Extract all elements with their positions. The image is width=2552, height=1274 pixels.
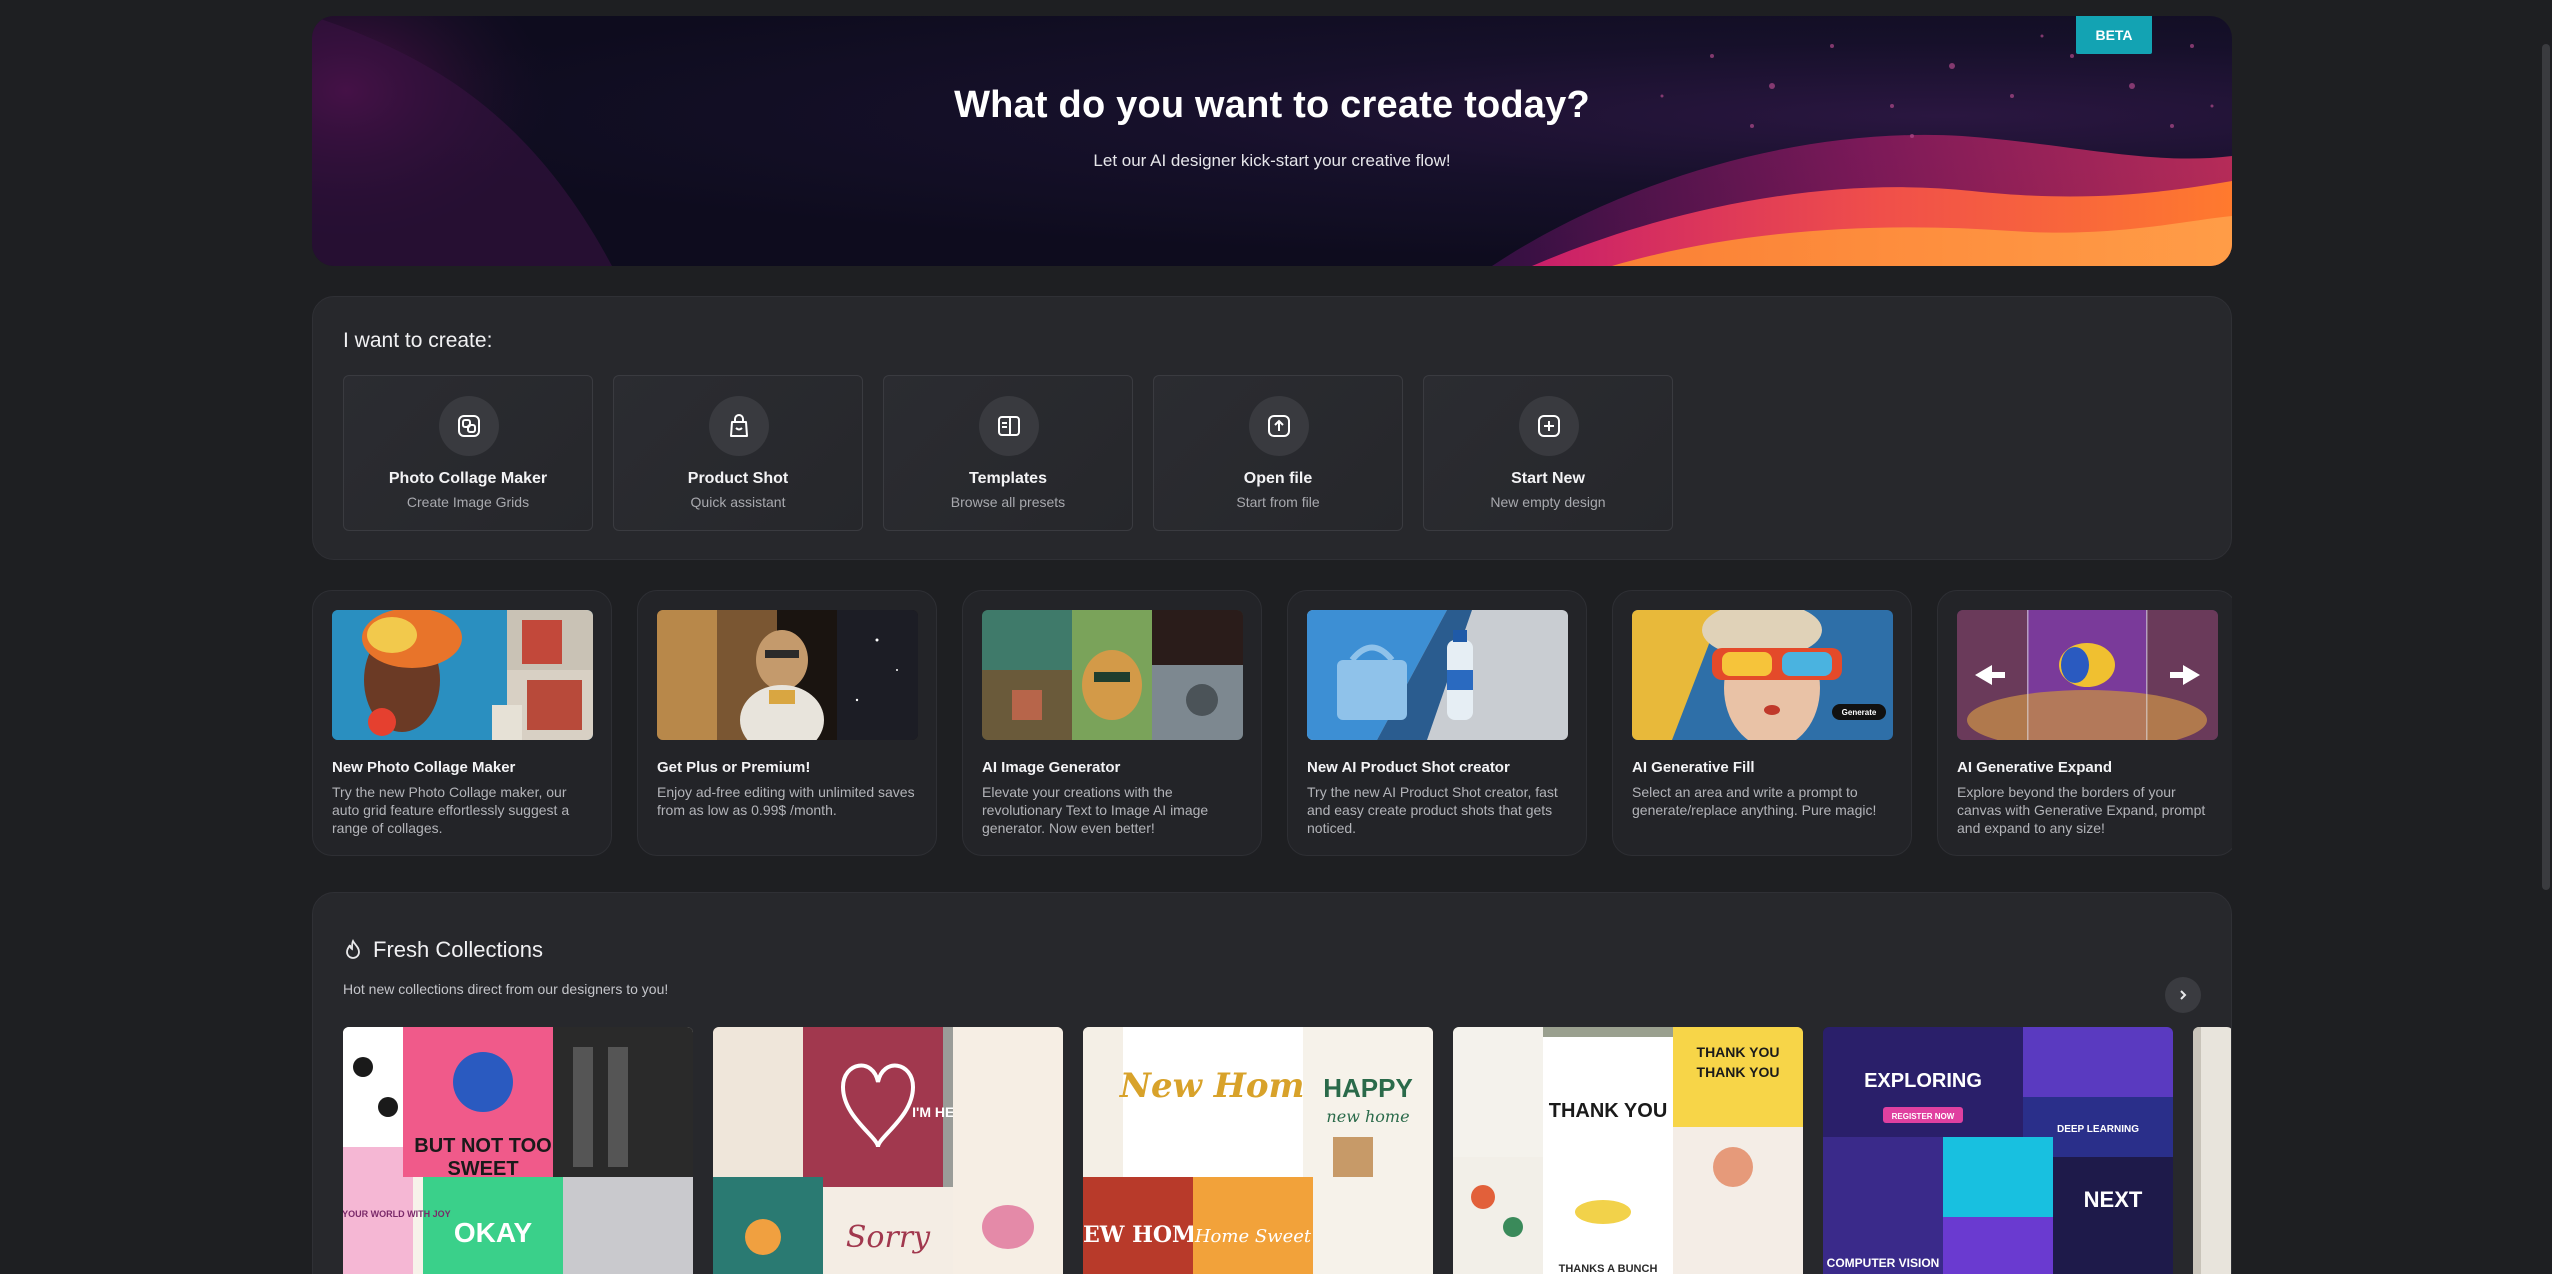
create-templates-card[interactable]: Templates Browse all presets bbox=[883, 375, 1133, 531]
beta-badge: BETA bbox=[2076, 16, 2152, 54]
scrollbar-thumb[interactable] bbox=[2542, 44, 2550, 890]
collection-card[interactable]: BUT NOT TOO SWEET OKAY COLOR YOUR WORLD … bbox=[343, 1027, 693, 1274]
create-product-shot-card[interactable]: Product Shot Quick assistant bbox=[613, 375, 863, 531]
feature-description: Select an area and write a prompt to gen… bbox=[1632, 784, 1877, 818]
feature-thumbnail bbox=[332, 610, 593, 740]
svg-text:Home Sweet: Home Sweet bbox=[1194, 1226, 1312, 1247]
feature-card-ai-generative-fill[interactable]: Generate AI Generative Fill Select an ar… bbox=[1612, 590, 1912, 856]
feature-card-get-plus[interactable]: Get Plus or Premium! Enjoy ad-free editi… bbox=[637, 590, 937, 856]
collection-card[interactable]: I'M HERE Sorry bbox=[713, 1027, 1063, 1274]
create-card-title: Product Shot bbox=[687, 470, 789, 487]
svg-text:DEEP LEARNING: DEEP LEARNING bbox=[2057, 1124, 2139, 1135]
feature-description: Try the new AI Product Shot creator, fas… bbox=[1307, 784, 1558, 836]
svg-text:Sorry: Sorry bbox=[846, 1220, 931, 1255]
dashboard-page: What do you want to create today? Let ou… bbox=[312, 16, 2232, 1274]
svg-text:THANKS A BUNCH: THANKS A BUNCH bbox=[1559, 1263, 1658, 1274]
svg-text:BUT NOT TOO: BUT NOT TOO bbox=[414, 1135, 551, 1157]
create-options: Photo Collage Maker Create Image Grids P… bbox=[343, 375, 1673, 531]
feature-thumbnail bbox=[657, 610, 918, 740]
feature-card-ai-product-shot[interactable]: New AI Product Shot creator Try the new … bbox=[1287, 590, 1587, 856]
svg-text:THANK YOU: THANK YOU bbox=[1697, 1064, 1780, 1080]
collection-card[interactable]: THANK YOU THANK YOU THANK YOU THANKS A B… bbox=[1453, 1027, 1803, 1274]
upload-icon bbox=[1249, 396, 1309, 456]
svg-text:THANK YOU: THANK YOU bbox=[1697, 1044, 1780, 1060]
collage-icon bbox=[439, 396, 499, 456]
feature-title: AI Generative Expand bbox=[1957, 759, 2113, 776]
feature-title: New AI Product Shot creator bbox=[1307, 759, 1510, 776]
svg-text:SWEET: SWEET bbox=[447, 1158, 518, 1180]
page-scrollbar[interactable] bbox=[2540, 0, 2552, 1274]
feature-card-ai-image-generator[interactable]: AI Image Generator Elevate your creation… bbox=[962, 590, 1262, 856]
collection-card[interactable]: EXPLORING REGISTER NOW DEEP LEARNING NEX… bbox=[1823, 1027, 2173, 1274]
feature-title: New Photo Collage Maker bbox=[332, 759, 516, 776]
svg-text:REGISTER NOW: REGISTER NOW bbox=[1892, 1112, 1955, 1121]
feature-description: Explore beyond the borders of your canva… bbox=[1957, 784, 2206, 836]
create-photo-collage-card[interactable]: Photo Collage Maker Create Image Grids bbox=[343, 375, 593, 531]
chevron-right-icon bbox=[2180, 990, 2187, 1000]
feature-card-ai-generative-expand[interactable]: AI Generative Expand Explore beyond the … bbox=[1937, 590, 2232, 856]
create-card-title: Open file bbox=[1243, 470, 1313, 487]
feature-carousel: New Photo Collage Maker Try the new Phot… bbox=[312, 590, 2232, 856]
collections-next-button[interactable] bbox=[2165, 977, 2201, 1013]
svg-text:COLOR YOUR WORLD WITH JOY: COLOR YOUR WORLD WITH JOY bbox=[343, 1209, 451, 1219]
svg-text:new home: new home bbox=[1326, 1107, 1409, 1126]
collection-card[interactable]: New Home HAPPY new home NEW HOME Home Sw… bbox=[1083, 1027, 1433, 1274]
create-card-subtitle: New empty design bbox=[1490, 494, 1606, 510]
create-heading: I want to create: bbox=[343, 329, 493, 352]
collections-subtitle: Hot new collections direct from our desi… bbox=[343, 981, 669, 997]
collections-row: BUT NOT TOO SWEET OKAY COLOR YOUR WORLD … bbox=[343, 1027, 2231, 1274]
generate-button-label: Generate bbox=[1842, 708, 1877, 717]
feature-title: AI Image Generator bbox=[982, 759, 1121, 776]
feature-thumbnail: Generate bbox=[1632, 610, 1893, 740]
plus-square-icon bbox=[1519, 396, 1579, 456]
collections-title: Fresh Collections bbox=[373, 937, 543, 962]
hero-subtitle: Let our AI designer kick-start your crea… bbox=[1093, 151, 1451, 170]
feature-thumbnail bbox=[1957, 610, 2218, 740]
create-card-title: Templates bbox=[969, 470, 1047, 487]
svg-text:COMPUTER VISION: COMPUTER VISION bbox=[1827, 1256, 1940, 1270]
svg-text:New Home: New Home bbox=[1119, 1066, 1326, 1106]
hero-title: What do you want to create today? bbox=[954, 84, 1590, 126]
feature-description: Enjoy ad-free editing with unlimited sav… bbox=[657, 784, 915, 818]
svg-text:OKAY: OKAY bbox=[454, 1217, 533, 1248]
create-card-title: Photo Collage Maker bbox=[388, 470, 548, 487]
create-card-subtitle: Start from file bbox=[1236, 494, 1320, 510]
create-card-title: Start New bbox=[1511, 470, 1585, 487]
svg-text:EXPLORING: EXPLORING bbox=[1864, 1070, 1982, 1092]
create-start-new-card[interactable]: Start New New empty design bbox=[1423, 375, 1673, 531]
collections-header: Fresh Collections bbox=[343, 937, 543, 963]
create-card-subtitle: Create Image Grids bbox=[406, 494, 530, 510]
svg-text:THANK YOU: THANK YOU bbox=[1549, 1100, 1668, 1122]
create-panel: I want to create: Photo Collage Maker Cr… bbox=[312, 296, 2232, 560]
feature-description: Elevate your creations with the revoluti… bbox=[982, 784, 1209, 836]
svg-text:HAPPY: HAPPY bbox=[1323, 1073, 1413, 1103]
fresh-collections-panel: Fresh Collections Hot new collections di… bbox=[312, 892, 2232, 1274]
collection-card[interactable] bbox=[2193, 1027, 2231, 1274]
flame-icon bbox=[346, 939, 360, 959]
create-card-subtitle: Quick assistant bbox=[690, 494, 786, 510]
create-card-subtitle: Browse all presets bbox=[950, 494, 1066, 510]
shopping-bag-icon bbox=[709, 396, 769, 456]
feature-thumbnail bbox=[1307, 610, 1568, 740]
hero-banner: What do you want to create today? Let ou… bbox=[312, 16, 2232, 266]
hero-waves-background bbox=[312, 16, 2232, 266]
feature-thumbnail bbox=[982, 610, 1243, 740]
svg-text:NEXT: NEXT bbox=[2084, 1187, 2143, 1212]
create-open-file-card[interactable]: Open file Start from file bbox=[1153, 375, 1403, 531]
feature-description: Try the new Photo Collage maker, our aut… bbox=[332, 784, 570, 836]
feature-card-photo-collage[interactable]: New Photo Collage Maker Try the new Phot… bbox=[312, 590, 612, 856]
feature-title: AI Generative Fill bbox=[1632, 759, 1755, 776]
templates-icon bbox=[979, 396, 1039, 456]
feature-title: Get Plus or Premium! bbox=[657, 759, 811, 776]
